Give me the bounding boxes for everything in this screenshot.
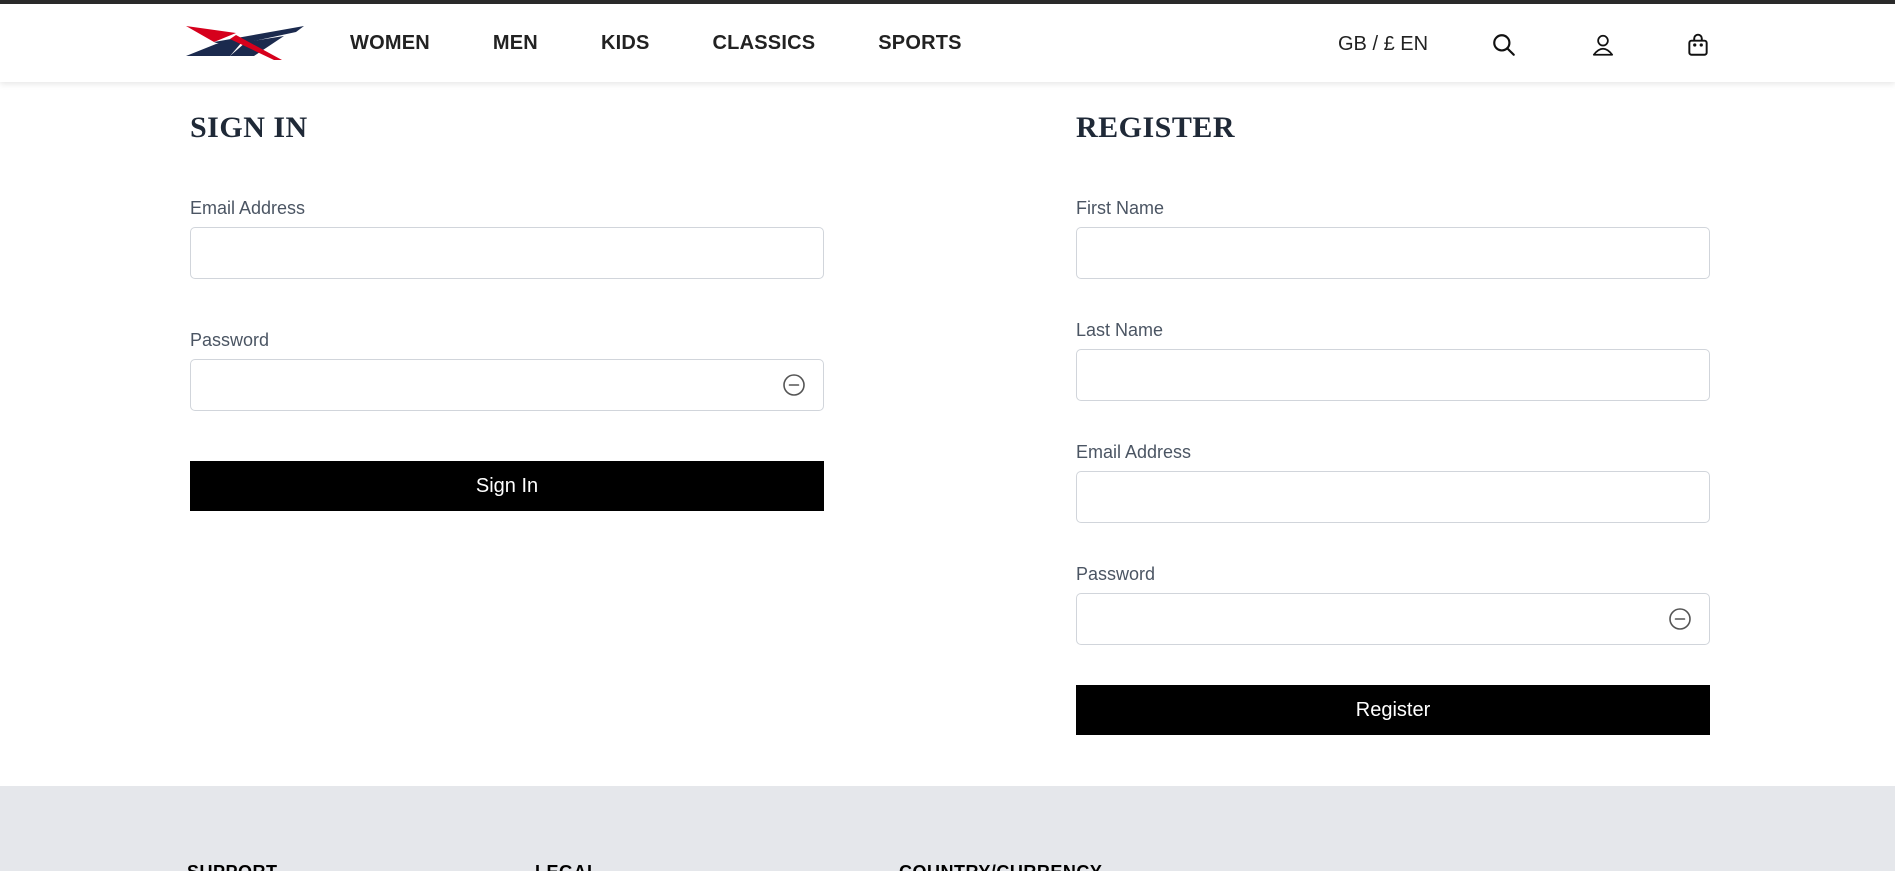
nav-sports[interactable]: SPORTS (878, 32, 961, 55)
user-icon[interactable] (1590, 32, 1616, 58)
register-first-name-label: First Name (1076, 198, 1165, 218)
sign-in-email-label: Email Address (190, 198, 306, 218)
register-email-label: Email Address (1076, 442, 1192, 462)
register-email-input[interactable] (1076, 471, 1710, 523)
toggle-register-password-visibility-icon[interactable] (1668, 607, 1692, 631)
sign-in-button[interactable]: Sign In (190, 461, 824, 511)
footer-heading-support: SUPPORT (187, 862, 278, 871)
site-footer: SUPPORT LEGAL COUNTRY/CURRENCY (0, 786, 1895, 871)
sign-in-title: SIGN IN (190, 111, 308, 144)
register-password-label: Password (1076, 564, 1156, 584)
sign-in-email-input[interactable] (190, 227, 824, 279)
nav-kids[interactable]: KIDS (601, 32, 650, 55)
footer-heading-legal: LEGAL (535, 862, 599, 871)
sign-in-password-label: Password (190, 330, 270, 350)
footer-heading-country-currency: COUNTRY/CURRENCY (899, 862, 1102, 871)
site-header: WOMEN MEN KIDS CLASSICS SPORTS GB / £ EN (0, 4, 1895, 82)
register-password-input[interactable] (1076, 593, 1710, 645)
register-button[interactable]: Register (1076, 685, 1710, 735)
register-first-name-input[interactable] (1076, 227, 1710, 279)
register-title: REGISTER (1076, 111, 1236, 144)
main-nav: WOMEN MEN KIDS CLASSICS SPORTS (350, 32, 962, 55)
nav-women[interactable]: WOMEN (350, 32, 430, 55)
search-icon[interactable] (1491, 32, 1517, 58)
nav-classics[interactable]: CLASSICS (713, 32, 816, 55)
reebok-logo-icon[interactable] (186, 26, 304, 60)
bag-icon[interactable] (1685, 32, 1711, 58)
register-last-name-input[interactable] (1076, 349, 1710, 401)
register-last-name-label: Last Name (1076, 320, 1164, 340)
sign-in-password-input[interactable] (190, 359, 824, 411)
toggle-password-visibility-icon[interactable] (782, 373, 806, 397)
nav-men[interactable]: MEN (493, 32, 538, 55)
locale-selector[interactable]: GB / £ EN (1338, 33, 1428, 56)
